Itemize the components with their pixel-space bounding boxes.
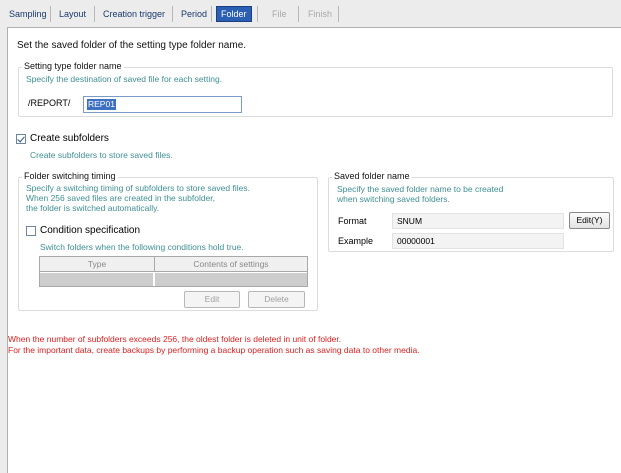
tab-separator — [172, 6, 173, 22]
tab-separator — [94, 6, 95, 22]
folder-switching-title: Folder switching timing — [22, 171, 118, 181]
create-subfolders-hint: Create subfolders to store saved files. — [30, 150, 173, 160]
example-value: 00000001 — [392, 233, 564, 249]
saved-folder-name-title: Saved folder name — [332, 171, 412, 181]
condition-specification-checkbox[interactable] — [26, 226, 36, 236]
tab-file: File — [272, 9, 287, 19]
folder-name-value: REP01 — [87, 99, 116, 110]
conditions-table: Type Contents of settings — [39, 256, 308, 287]
column-header-contents: Contents of settings — [154, 257, 307, 272]
warning-text-1: When the number of subfolders exceeds 25… — [8, 334, 342, 344]
example-label: Example — [338, 236, 374, 246]
setting-type-folder-input[interactable]: REP01 — [83, 96, 242, 113]
format-value: SNUM — [392, 213, 564, 229]
edit-format-button[interactable]: Edit(Y) — [569, 212, 610, 229]
condition-specification-label[interactable]: Condition specification — [40, 225, 140, 236]
wizard-tab-bar: Sampling Layout Creation trigger Period … — [0, 0, 621, 27]
edit-button: Edit — [184, 291, 240, 308]
tab-separator — [257, 6, 258, 22]
tab-creation-trigger[interactable]: Creation trigger — [99, 6, 169, 22]
tab-separator — [211, 6, 212, 22]
table-row-cell[interactable] — [155, 273, 307, 286]
tab-separator — [50, 6, 51, 22]
folder-switching-hint-2: When 256 saved files are created in the … — [26, 193, 216, 203]
folder-settings-panel: Set the saved folder of the setting type… — [7, 27, 621, 473]
create-subfolders-label[interactable]: Create subfolders — [30, 133, 109, 144]
folder-prefix-label: /REPORT/ — [28, 98, 71, 108]
setting-type-folder-title: Setting type folder name — [22, 61, 124, 71]
folder-switching-hint-3: the folder is switched automatically. — [26, 203, 160, 213]
tab-separator — [338, 6, 339, 22]
folder-switching-hint-1: Specify a switching timing of subfolders… — [26, 183, 250, 193]
tab-folder[interactable]: Folder — [216, 6, 252, 22]
tab-sampling[interactable]: Sampling — [5, 6, 51, 22]
create-subfolders-checkbox[interactable] — [16, 134, 26, 144]
tab-layout[interactable]: Layout — [55, 6, 90, 22]
setting-type-folder-hint: Specify the destination of saved file fo… — [26, 74, 223, 84]
saved-folder-name-hint-1: Specify the saved folder name to be crea… — [337, 184, 504, 194]
tab-finish: Finish — [308, 9, 333, 19]
table-row[interactable] — [40, 273, 153, 286]
delete-button: Delete — [248, 291, 305, 308]
saved-folder-name-hint-2: when switching saved folders. — [337, 194, 450, 204]
tab-period[interactable]: Period — [177, 6, 211, 22]
column-header-type: Type — [40, 257, 154, 272]
page-heading: Set the saved folder of the setting type… — [17, 40, 247, 51]
tab-separator — [298, 6, 299, 22]
condition-specification-hint: Switch folders when the following condit… — [40, 242, 244, 252]
warning-text-2: For the important data, create backups b… — [8, 345, 420, 355]
format-label: Format — [338, 216, 367, 226]
